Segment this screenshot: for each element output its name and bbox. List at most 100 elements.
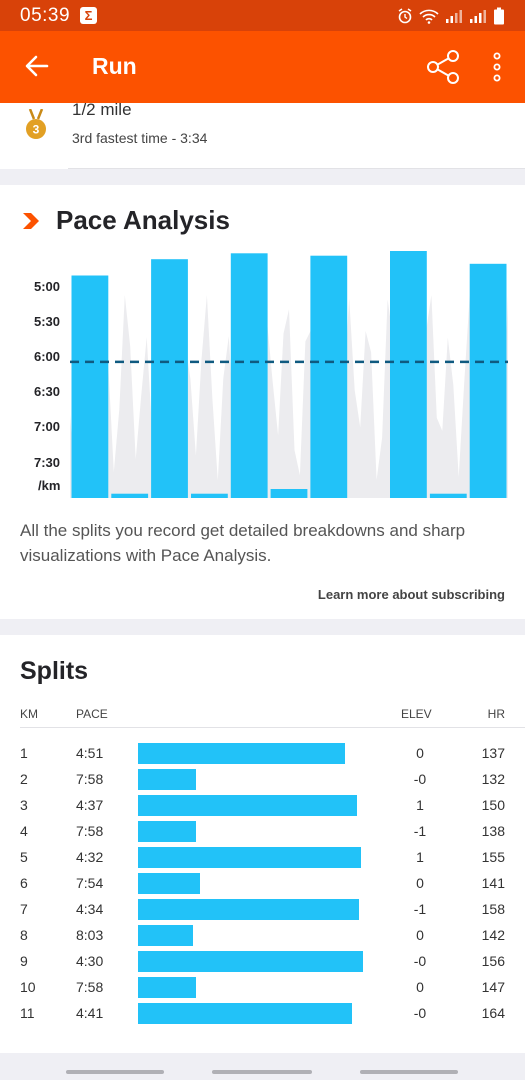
split-km: 2	[20, 771, 28, 787]
split-hr: 141	[481, 875, 505, 891]
split-pace-bar	[138, 795, 357, 816]
split-pace: 4:41	[76, 1005, 104, 1021]
share-icon[interactable]	[424, 49, 462, 85]
split-km: 9	[20, 953, 28, 969]
effort-rank-text: 3rd fastest time - 3:34	[72, 130, 208, 146]
split-row: 2 7:58 -0 132	[0, 767, 525, 793]
learn-more-link[interactable]: Learn more about subscribing	[318, 587, 505, 602]
split-row: 10 7:58 0 147	[0, 975, 525, 1001]
pace-bar	[111, 493, 149, 498]
split-hr: 150	[481, 797, 505, 813]
more-vertical-icon[interactable]	[486, 49, 508, 85]
split-hr: 158	[481, 901, 505, 917]
app-bar: Run	[0, 31, 525, 103]
split-pace-bar	[138, 925, 193, 946]
split-row: 5 4:32 1 155	[0, 845, 525, 871]
pace-bar	[230, 253, 268, 498]
split-pace: 4:34	[76, 901, 104, 917]
split-hr: 156	[481, 953, 505, 969]
y-axis-unit: /km	[38, 478, 61, 493]
nav-back-button[interactable]	[360, 1070, 458, 1074]
split-elev: 1	[416, 797, 424, 813]
pace-bar	[429, 493, 467, 498]
pace-bar	[310, 255, 348, 498]
split-elev: 0	[416, 979, 424, 995]
nav-recent-apps-button[interactable]	[66, 1070, 164, 1074]
split-elev: -1	[413, 901, 427, 917]
pace-bar	[390, 251, 427, 498]
y-tick-label: 5:30	[34, 314, 61, 329]
split-row: 1 4:51 0 137	[0, 741, 525, 767]
divider	[20, 727, 525, 728]
battery-icon	[494, 7, 504, 24]
split-pace: 4:51	[76, 745, 104, 761]
split-km: 7	[20, 901, 28, 917]
medal-icon: 3	[26, 109, 46, 139]
split-row: 3 4:37 1 150	[0, 793, 525, 819]
split-elev: -0	[413, 1005, 427, 1021]
status-icons	[397, 7, 505, 25]
split-row: 7 4:34 -1 158	[0, 897, 525, 923]
system-nav-bar	[0, 1053, 525, 1080]
alarm-icon	[398, 7, 412, 23]
y-tick-label: 7:00	[34, 419, 61, 434]
split-elev: -1	[413, 823, 427, 839]
signal-icon-2	[470, 9, 486, 23]
pace-bar	[71, 275, 109, 498]
split-hr: 142	[481, 927, 505, 943]
split-km: 3	[20, 797, 28, 813]
split-hr: 138	[481, 823, 505, 839]
best-effort-card: 3 1/2 mile 3rd fastest time - 3:34	[0, 100, 525, 169]
pace-analysis-card: Pace Analysis 5:00 5:30 6:00 6:30 7:00 7…	[0, 185, 525, 619]
split-elev: 0	[416, 927, 424, 943]
split-pace: 7:58	[76, 979, 104, 995]
back-arrow-icon[interactable]	[20, 49, 54, 83]
effort-distance: 1/2 mile	[72, 100, 132, 119]
split-pace-bar	[138, 847, 361, 868]
split-hr: 147	[481, 979, 505, 995]
split-pace-bar	[138, 899, 359, 920]
wifi-icon	[419, 9, 439, 24]
split-km: 10	[20, 979, 36, 995]
split-row: 6 7:54 0 141	[0, 871, 525, 897]
split-hr: 164	[481, 1005, 505, 1021]
split-pace-bar	[138, 743, 345, 764]
split-km: 5	[20, 849, 28, 865]
status-time: 05:39	[20, 4, 71, 26]
split-km: 6	[20, 875, 28, 891]
split-elev: 0	[416, 875, 424, 891]
split-row: 8 8:03 0 142	[0, 923, 525, 949]
notification-badge-icon: Σ	[80, 7, 98, 24]
split-elev: 1	[416, 849, 424, 865]
split-pace-bar	[138, 873, 200, 894]
split-row: 11 4:41 -0 164	[0, 1001, 525, 1027]
column-header-km: KM	[20, 707, 38, 721]
split-pace-bar	[138, 977, 196, 998]
split-elev: 0	[416, 745, 424, 761]
column-header-pace: PACE	[76, 707, 108, 721]
split-hr: 155	[481, 849, 505, 865]
split-pace: 4:30	[76, 953, 104, 969]
pace-bar	[469, 263, 507, 498]
medal-number: 3	[33, 123, 40, 137]
y-tick-label: 7:30	[34, 455, 61, 470]
split-pace: 4:32	[76, 849, 104, 865]
signal-icon	[446, 9, 462, 23]
pace-bar	[270, 489, 308, 498]
column-header-elev: ELEV	[401, 707, 432, 721]
split-hr: 132	[481, 771, 505, 787]
splits-card: Splits KM PACE ELEV HR 1 4:51 0 137 2 7:58 -0 1…	[0, 635, 525, 1053]
nav-home-button[interactable]	[212, 1070, 312, 1074]
pace-terrain	[70, 295, 508, 498]
split-pace: 7:54	[76, 875, 104, 891]
chevron-right-icon	[23, 213, 39, 229]
split-pace-bar	[138, 951, 363, 972]
page-title: Run	[92, 53, 137, 79]
pace-analysis-title: Pace Analysis	[56, 205, 230, 235]
y-tick-label: 6:30	[34, 384, 61, 399]
split-pace: 7:58	[76, 823, 104, 839]
split-pace: 7:58	[76, 771, 104, 787]
split-pace-bar	[138, 769, 196, 790]
y-tick-label: 6:00	[34, 349, 61, 364]
split-elev: -0	[413, 953, 427, 969]
